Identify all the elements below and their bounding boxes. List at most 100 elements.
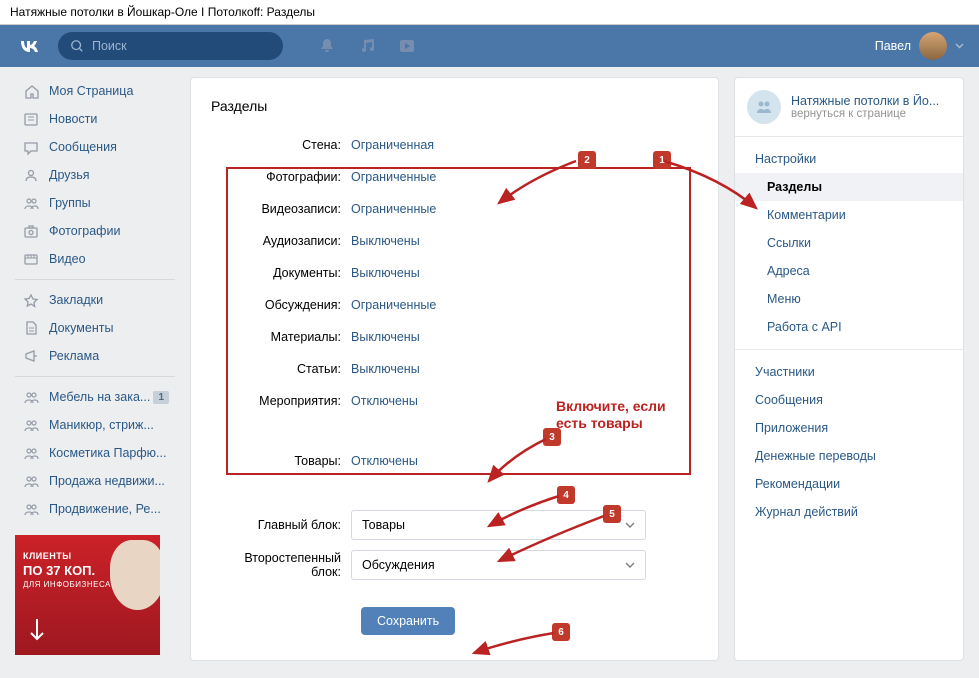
nav-group[interactable]: Маникюр, стриж...: [15, 411, 175, 439]
nav-home[interactable]: Моя Страница: [15, 77, 175, 105]
music-icon[interactable]: [358, 37, 376, 55]
right-menu-item[interactable]: Разделы: [735, 173, 963, 201]
messages-icon: [21, 137, 41, 157]
main-block-dropdown[interactable]: Товары: [351, 510, 646, 540]
setting-value[interactable]: Ограниченные: [351, 170, 436, 184]
nav-label: Сообщения: [49, 140, 117, 154]
right-menu-item[interactable]: Ссылки: [735, 229, 963, 257]
right-menu-item[interactable]: Участники: [735, 358, 963, 386]
chevron-down-icon: [625, 562, 635, 568]
setting-value[interactable]: Ограниченная: [351, 138, 434, 152]
nav-group[interactable]: Косметика Парфю...: [15, 439, 175, 467]
right-menu-item[interactable]: Работа с API: [735, 313, 963, 341]
ads-icon: [21, 346, 41, 366]
main-panel: Разделы Стена:ОграниченнаяФотографии:Огр…: [190, 77, 719, 661]
back-to-page-link[interactable]: вернуться к странице: [791, 108, 951, 120]
right-panel-header[interactable]: Натяжные потолки в Йо... вернуться к стр…: [735, 78, 963, 137]
setting-row: Стена:Ограниченная: [211, 129, 698, 161]
setting-label: Фотографии:: [211, 170, 351, 184]
setting-row: Документы:Выключены: [211, 257, 698, 289]
setting-value[interactable]: Отключены: [351, 394, 418, 408]
nav-messages[interactable]: Сообщения: [15, 133, 175, 161]
setting-value[interactable]: Отключены: [351, 454, 418, 468]
search-icon: [70, 39, 84, 53]
bell-icon[interactable]: [318, 37, 336, 55]
setting-value[interactable]: Ограниченные: [351, 298, 436, 312]
nav-label: Продвижение, Ре...: [49, 502, 161, 516]
group-icon: [21, 443, 41, 463]
nav-group[interactable]: Продажа недвижи...: [15, 467, 175, 495]
group-icon: [21, 415, 41, 435]
nav-groups[interactable]: Группы: [15, 189, 175, 217]
group-icon: [21, 499, 41, 519]
setting-value[interactable]: Ограниченные: [351, 202, 436, 216]
nav-group[interactable]: Мебель на зака...1: [15, 383, 175, 411]
bookmarks-icon: [21, 290, 41, 310]
right-menu-item[interactable]: Настройки: [735, 145, 963, 173]
nav-label: Новости: [49, 112, 97, 126]
right-menu-item[interactable]: Сообщения: [735, 386, 963, 414]
group-icon: [21, 471, 41, 491]
search-box[interactable]: [58, 32, 283, 60]
nav-news[interactable]: Новости: [15, 105, 175, 133]
setting-label: Аудиозаписи:: [211, 234, 351, 248]
chevron-down-icon: [955, 43, 964, 49]
page-title: Разделы: [211, 98, 698, 114]
setting-label: Материалы:: [211, 330, 351, 344]
friends-icon: [21, 165, 41, 185]
video-icon: [21, 249, 41, 269]
secondary-block-dropdown[interactable]: Обсуждения: [351, 550, 646, 580]
search-input[interactable]: [92, 39, 271, 53]
right-menu-item[interactable]: Рекомендации: [735, 470, 963, 498]
nav-ads[interactable]: Реклама: [15, 342, 175, 370]
user-menu[interactable]: Павел: [875, 32, 964, 60]
setting-label: Статьи:: [211, 362, 351, 376]
setting-label: Мероприятия:: [211, 394, 351, 408]
left-nav: Моя Страница Новости Сообщения Друзья Группы…: [15, 77, 175, 661]
nav-label: Маникюр, стриж...: [49, 418, 154, 432]
play-icon[interactable]: [398, 37, 416, 55]
avatar: [919, 32, 947, 60]
setting-value[interactable]: Выключены: [351, 234, 420, 248]
save-button[interactable]: Сохранить: [361, 607, 455, 635]
user-name: Павел: [875, 39, 911, 53]
setting-value[interactable]: Выключены: [351, 330, 420, 344]
right-panel: Натяжные потолки в Йо... вернуться к стр…: [734, 77, 964, 661]
groups-icon: [21, 193, 41, 213]
right-menu-item[interactable]: Адреса: [735, 257, 963, 285]
right-menu-item[interactable]: Комментарии: [735, 201, 963, 229]
setting-label: Документы:: [211, 266, 351, 280]
nav-friends[interactable]: Друзья: [15, 161, 175, 189]
main-block: Главный блок:Товары: [211, 505, 698, 545]
vk-logo-icon[interactable]: [15, 32, 43, 60]
ad-arrow-icon: [27, 617, 47, 647]
browser-tab-title: Натяжные потолки в Йошкар-Оле I Потолкоf…: [0, 0, 979, 25]
setting-row: Статьи:Выключены: [211, 353, 698, 385]
nav-video[interactable]: Видео: [15, 245, 175, 273]
setting-row-goods: Товары:Отключены: [211, 445, 698, 477]
setting-row: Фотографии:Ограниченные: [211, 161, 698, 193]
page-header: Павел: [0, 25, 979, 67]
right-menu-item[interactable]: Денежные переводы: [735, 442, 963, 470]
right-menu-item[interactable]: Приложения: [735, 414, 963, 442]
right-menu-item[interactable]: Меню: [735, 285, 963, 313]
nav-label: Закладки: [49, 293, 103, 307]
setting-value[interactable]: Выключены: [351, 266, 420, 280]
ad-banner[interactable]: КЛИЕНТЫПО 37 КОП.ДЛЯ ИНФОБИЗНЕСА: [15, 535, 160, 655]
docs-icon: [21, 318, 41, 338]
nav-label: Документы: [49, 321, 113, 335]
setting-value[interactable]: Выключены: [351, 362, 420, 376]
nav-group[interactable]: Продвижение, Ре...: [15, 495, 175, 523]
setting-label: Товары:: [211, 454, 351, 468]
nav-badge: 1: [153, 391, 169, 404]
nav-docs[interactable]: Документы: [15, 314, 175, 342]
nav-label: Друзья: [49, 168, 90, 182]
group-avatar-icon: [747, 90, 781, 124]
nav-photos[interactable]: Фотографии: [15, 217, 175, 245]
nav-label: Косметика Парфю...: [49, 446, 166, 460]
nav-label: Моя Страница: [49, 84, 133, 98]
setting-row: Материалы:Выключены: [211, 321, 698, 353]
right-menu-item[interactable]: Журнал действий: [735, 498, 963, 526]
setting-row: Видеозаписи:Ограниченные: [211, 193, 698, 225]
nav-bookmarks[interactable]: Закладки: [15, 286, 175, 314]
